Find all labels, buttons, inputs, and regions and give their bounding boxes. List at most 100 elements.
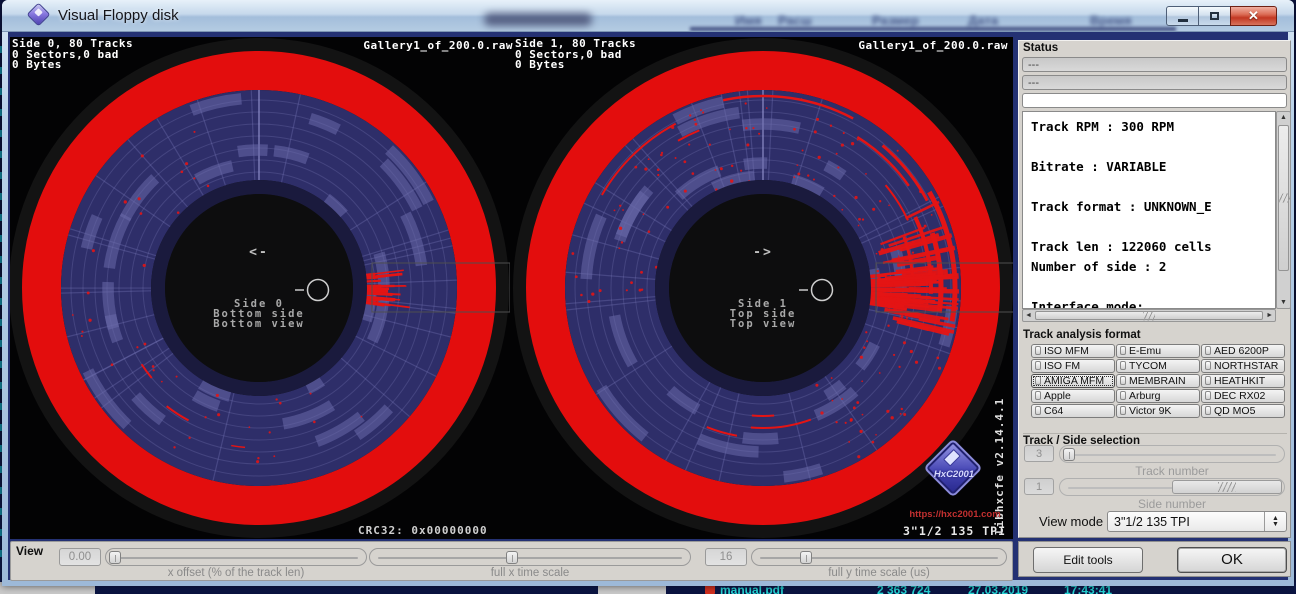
status-field-2: --- <box>1022 75 1287 90</box>
x-scale-thumb[interactable] <box>506 551 518 564</box>
scroll-right-icon[interactable]: ► <box>1266 312 1273 319</box>
disk1-info-text: Side 1, 80 Tracks 0 Sectors,0 bad 0 Byte… <box>515 39 636 71</box>
disk0-filename: Gallery1_of_200.0.raw <box>307 39 513 52</box>
background-column-header: Дата <box>968 13 998 28</box>
info-vertical-scrollbar[interactable]: ▲ ▼ <box>1276 111 1291 309</box>
format-button-label: Arburg <box>1129 390 1161 402</box>
format-button-c64[interactable]: C64 <box>1031 404 1115 418</box>
ok-button[interactable]: OK <box>1177 547 1287 573</box>
background-column-header: Имя <box>735 13 762 28</box>
maximize-button[interactable] <box>1198 6 1231 26</box>
minimize-button[interactable] <box>1166 6 1199 26</box>
format-button-label: Apple <box>1044 390 1071 402</box>
view-toolbar: View 0.00 x offset (% of the track len) … <box>10 541 1013 581</box>
format-button-aed-6200p[interactable]: AED 6200P <box>1201 344 1285 358</box>
format-button-amiga-mfm[interactable]: AMIGA MFM <box>1031 374 1115 388</box>
track-slider-thumb[interactable] <box>1063 448 1075 461</box>
format-button-apple[interactable]: Apple <box>1031 389 1115 403</box>
checkbox-icon <box>1035 391 1041 400</box>
format-button-heathkit[interactable]: HEATHKIT <box>1201 374 1285 388</box>
y-scale-thumb[interactable] <box>800 551 812 564</box>
status-field-1: --- <box>1022 57 1287 72</box>
format-button-label: TYCOM <box>1129 360 1167 372</box>
format-button-label: ISO MFM <box>1044 345 1089 357</box>
info-line <box>1031 277 1275 297</box>
side-panel: Status --- --- Track RPM : 300 RPM Bitra… <box>1018 40 1291 538</box>
disk-view-side-0[interactable]: <-Side 0Bottom sideBottom view <box>10 37 510 539</box>
format-button-label: HEATHKIT <box>1214 375 1265 387</box>
side-number-caption: Side number <box>1059 497 1285 511</box>
track-number-caption: Track number <box>1059 464 1285 478</box>
rotation-arrow-icon: <- <box>249 245 269 260</box>
format-button-arburg[interactable]: Arburg <box>1116 389 1200 403</box>
info-line: Bitrate : VARIABLE <box>1031 157 1275 177</box>
view-mode-select[interactable]: 3"1/2 135 TPI ▲▼ <box>1107 511 1287 532</box>
window-title: Visual Floppy disk <box>58 7 179 24</box>
background-column-header: Время <box>1090 13 1132 28</box>
track-number-slider[interactable] <box>1059 445 1285 463</box>
vscroll-thumb[interactable] <box>1278 125 1289 271</box>
format-button-label: QD MO5 <box>1214 405 1255 417</box>
info-line: Track RPM : 300 RPM <box>1031 117 1275 137</box>
action-panel: Edit tools OK <box>1018 541 1291 577</box>
format-button-label: C64 <box>1044 405 1063 417</box>
side-slider-thumb[interactable] <box>1172 480 1282 494</box>
format-button-iso-mfm[interactable]: ISO MFM <box>1031 344 1115 358</box>
checkbox-icon <box>1120 346 1126 355</box>
x-scale-caption: full x time scale <box>369 567 691 579</box>
info-line <box>1031 217 1275 237</box>
track-info-box[interactable]: Track RPM : 300 RPM Bitrate : VARIABLE T… <box>1022 111 1276 309</box>
scroll-up-icon[interactable]: ▲ <box>1277 114 1290 121</box>
format-button-dec-rx02[interactable]: DEC RX02 <box>1201 389 1285 403</box>
minimize-icon <box>1178 19 1188 22</box>
status-field-3 <box>1022 93 1287 108</box>
rotation-arrow-icon: -> <box>753 245 773 260</box>
edit-tools-button[interactable]: Edit tools <box>1033 547 1143 573</box>
format-button-label: NORTHSTAR <box>1214 360 1278 372</box>
x-offset-thumb[interactable] <box>109 551 121 564</box>
checkbox-icon <box>1205 361 1211 370</box>
format-button-e-emu[interactable]: E-Emu <box>1116 344 1200 358</box>
checkbox-icon <box>1035 361 1041 370</box>
screen: manual.pdf 2 363 724 27.03.2019 17:43:41… <box>0 0 1296 594</box>
format-button-label: ISO FM <box>1044 360 1080 372</box>
side-number-slider[interactable] <box>1059 478 1285 496</box>
format-button-membrain[interactable]: MEMBRAIN <box>1116 374 1200 388</box>
blurred-title-suffix <box>484 13 592 26</box>
hscroll-thumb[interactable] <box>1035 311 1263 320</box>
y-scale-slider[interactable] <box>751 548 1007 566</box>
x-scale-slider[interactable] <box>369 548 691 566</box>
format-button-label: AMIGA MFM <box>1044 375 1104 387</box>
format-button-northstar[interactable]: NORTHSTAR <box>1201 359 1285 373</box>
format-button-label: MEMBRAIN <box>1129 375 1186 387</box>
checkbox-icon <box>1205 406 1211 415</box>
checkbox-icon <box>1120 361 1126 370</box>
scroll-down-icon[interactable]: ▼ <box>1277 299 1290 306</box>
info-line: Number of side : 2 <box>1031 257 1275 277</box>
info-line: Track format : UNKNOWN_E <box>1031 197 1275 217</box>
media-type-label: 3"1/2 135 TPI <box>800 524 1006 538</box>
crc32-value: CRC32: 0x00000000 <box>358 524 488 537</box>
checkbox-icon <box>1205 376 1211 385</box>
checkbox-icon <box>1120 376 1126 385</box>
info-line: Track len : 122060 cells <box>1031 237 1275 257</box>
x-offset-slider[interactable] <box>105 548 367 566</box>
info-line <box>1031 177 1275 197</box>
y-scale-value: 16 <box>705 548 747 566</box>
format-button-iso-fm[interactable]: ISO FM <box>1031 359 1115 373</box>
app-icon <box>26 2 50 26</box>
spinner-arrows-icon[interactable]: ▲▼ <box>1264 512 1286 531</box>
disk1-filename: Gallery1_of_200.0.raw <box>802 39 1008 52</box>
close-button[interactable]: ✕ <box>1230 6 1277 26</box>
format-button-label: DEC RX02 <box>1214 390 1265 402</box>
y-scale-caption: full y time scale (us) <box>751 567 1007 579</box>
scroll-left-icon[interactable]: ◄ <box>1025 312 1032 319</box>
title-bar[interactable]: ИмяРасшРазмерДатаВремя Visual Floppy dis… <box>2 0 1294 32</box>
view-label: View <box>16 544 43 558</box>
format-button-qd-mo5[interactable]: QD MO5 <box>1201 404 1285 418</box>
disk0-info-text: Side 0, 80 Tracks 0 Sectors,0 bad 0 Byte… <box>12 39 133 71</box>
format-button-tycom[interactable]: TYCOM <box>1116 359 1200 373</box>
checkbox-icon <box>1120 406 1126 415</box>
format-button-victor-9k[interactable]: Victor 9K <box>1116 404 1200 418</box>
info-horizontal-scrollbar[interactable]: ◄ ► <box>1022 309 1276 322</box>
